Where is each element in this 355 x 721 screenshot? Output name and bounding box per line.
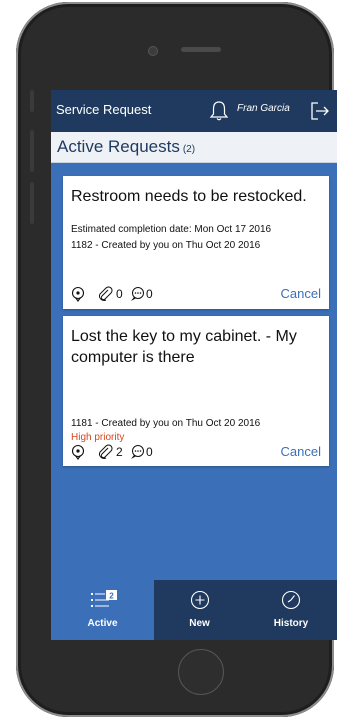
comment-count: 0 — [146, 445, 153, 459]
phone-frame: Service Request Fran Garcia Active Reque… — [16, 2, 337, 717]
tab-new[interactable]: New — [154, 580, 245, 640]
request-title: Lost the key to my cabinet. - My compute… — [71, 328, 297, 366]
app-header: Service Request Fran Garcia — [51, 90, 337, 132]
user-name: Fran Garcia — [237, 103, 290, 114]
comment-icon[interactable] — [129, 444, 145, 460]
request-actions: 0 0 Cancel — [71, 286, 321, 302]
comment-count: 0 — [146, 287, 153, 301]
list-icon: 2 — [91, 590, 117, 607]
app-title: Service Request — [56, 102, 152, 117]
volume-up-button — [30, 130, 34, 172]
location-pin-icon[interactable] — [71, 444, 85, 460]
tab-history[interactable]: History — [245, 580, 337, 640]
priority-label: High priority — [71, 432, 125, 443]
location-pin-icon[interactable] — [71, 286, 85, 302]
request-meta: 1182 - Created by you on Thu Oct 20 2016 — [71, 240, 261, 251]
comment-icon[interactable] — [129, 286, 145, 302]
active-count: (2) — [182, 144, 196, 155]
request-actions: 2 0 Cancel — [71, 444, 321, 460]
request-card[interactable]: Restroom needs to be restocked. Estimate… — [63, 176, 329, 309]
mute-switch — [30, 90, 34, 112]
tab-label: Active — [87, 618, 118, 629]
volume-down-button — [30, 182, 34, 224]
bell-icon[interactable] — [209, 100, 229, 122]
clock-icon — [281, 590, 301, 610]
paperclip-icon[interactable] — [97, 444, 113, 460]
attachment-count: 2 — [116, 445, 123, 459]
front-camera — [148, 46, 158, 56]
section-title-text: Active Requests — [57, 137, 180, 156]
request-meta: 1181 - Created by you on Thu Oct 20 2016 — [71, 418, 261, 429]
home-button[interactable] — [178, 649, 224, 695]
earpiece-speaker — [181, 47, 221, 52]
tab-label: History — [273, 618, 309, 629]
active-tab-badge: 2 — [109, 591, 114, 600]
cancel-button[interactable]: Cancel — [281, 444, 321, 459]
tab-active[interactable]: 2 Active — [51, 580, 154, 640]
paperclip-icon[interactable] — [97, 286, 113, 302]
plus-icon — [190, 590, 210, 610]
section-header: Active Requests (2) — [51, 132, 337, 163]
tab-bar: 2 Active New History — [51, 580, 337, 640]
app-screen: Service Request Fran Garcia Active Reque… — [51, 90, 337, 640]
request-card[interactable]: Lost the key to my cabinet. - My compute… — [63, 316, 329, 466]
request-title: Restroom needs to be restocked. — [71, 188, 307, 205]
cancel-button[interactable]: Cancel — [281, 286, 321, 301]
attachment-count: 0 — [116, 287, 123, 301]
logout-icon[interactable] — [309, 100, 331, 122]
estimated-completion: Estimated completion date: Mon Oct 17 20… — [71, 224, 272, 235]
section-title: Active Requests (2) — [57, 137, 195, 157]
tab-label: New — [189, 618, 210, 629]
